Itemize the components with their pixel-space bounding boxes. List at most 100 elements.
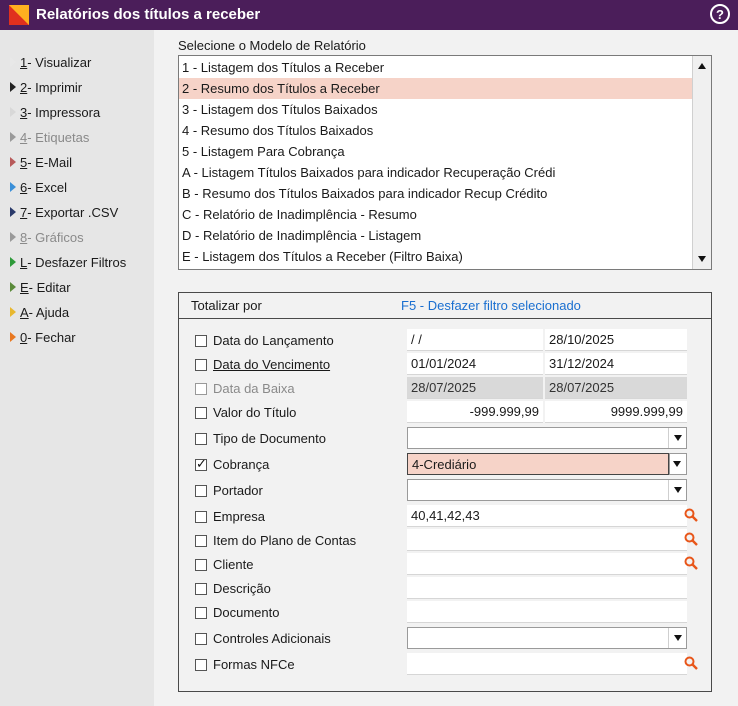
formas-nfce-input[interactable] <box>407 653 687 675</box>
filter-checkbox-cobranca[interactable]: Cobrança <box>195 456 270 472</box>
title-bar: Relatórios dos títulos a receber ? <box>0 0 738 30</box>
menu-desfazer-filtros[interactable]: L - Desfazer Filtros <box>10 252 126 272</box>
tipo-documento-select[interactable] <box>407 427 687 449</box>
controles-adicionais-select[interactable] <box>407 627 687 649</box>
list-item[interactable]: A - Listagem Títulos Baixados para indic… <box>179 162 693 183</box>
list-item[interactable]: E - Listagem dos Títulos a Receber (Filt… <box>179 246 693 267</box>
filter-checkbox-data-baixa[interactable]: Data da Baixa <box>195 381 295 396</box>
date-to-input[interactable]: 31/12/2024 <box>545 353 687 375</box>
checkbox[interactable] <box>195 558 207 571</box>
filter-label: Cobrança <box>213 457 270 472</box>
checkbox[interactable] <box>195 358 207 371</box>
menu-exportar-csv[interactable]: 7 - Exportar .CSV <box>10 202 118 222</box>
filter-label: Item do Plano de Contas <box>213 533 357 548</box>
menu-fechar[interactable]: 0 - Fechar <box>10 327 76 347</box>
filter-checkbox-data-lancamento[interactable]: Data do Lançamento <box>195 333 334 348</box>
report-window: Relatórios dos títulos a receber ? 1 - V… <box>0 0 738 706</box>
checkbox[interactable] <box>195 582 207 595</box>
menu-bullet-icon <box>10 282 16 292</box>
date-from-input[interactable]: 01/01/2024 <box>407 353 543 375</box>
menu-visualizar[interactable]: 1 - Visualizar <box>10 52 91 72</box>
filter-checkbox-cliente[interactable]: Cliente <box>195 557 253 572</box>
f5-undo-filter-link[interactable]: F5 - Desfazer filtro selecionado <box>401 298 581 313</box>
descricao-input[interactable] <box>407 577 687 599</box>
filter-row-data-lancamento: Data do Lançamento / / 28/10/2025 <box>195 329 687 353</box>
checkbox[interactable] <box>195 382 207 395</box>
empresa-input[interactable]: 40,41,42,43 <box>407 505 687 527</box>
filter-checkbox-data-vencimento[interactable]: Data do Vencimento <box>195 357 330 372</box>
search-icon[interactable] <box>684 532 698 546</box>
dropdown-arrow <box>670 454 686 474</box>
checkbox[interactable] <box>195 456 207 472</box>
list-item[interactable]: 4 - Resumo dos Títulos Baixados <box>179 120 693 141</box>
search-icon[interactable] <box>684 656 698 670</box>
menu-key: 1 <box>20 54 28 70</box>
dropdown-button[interactable] <box>668 480 686 500</box>
dropdown-button[interactable] <box>668 628 686 648</box>
arrow-up-icon <box>698 63 706 69</box>
date-from-input[interactable]: 28/07/2025 <box>407 377 543 399</box>
report-model-label: Selecione o Modelo de Relatório <box>178 38 366 53</box>
scroll-down-button[interactable] <box>693 250 711 268</box>
menu-editar[interactable]: E - Editar <box>10 277 71 297</box>
dropdown-button[interactable] <box>669 453 687 475</box>
checkbox[interactable] <box>195 632 207 645</box>
checkbox[interactable] <box>195 534 207 547</box>
menu-etiquetas[interactable]: 4 - Etiquetas <box>10 127 89 147</box>
checkbox[interactable] <box>195 406 207 419</box>
menu-excel[interactable]: 6 - Excel <box>10 177 67 197</box>
list-item[interactable]: B - Resumo dos Títulos Baixados para ind… <box>179 183 693 204</box>
list-item[interactable]: 3 - Listagem dos Títulos Baixados <box>179 99 693 120</box>
menu-imprimir[interactable]: 2 - Imprimir <box>10 77 82 97</box>
documento-input[interactable] <box>407 601 687 623</box>
filter-checkbox-empresa[interactable]: Empresa <box>195 509 265 524</box>
menu-key: 0 <box>20 329 28 345</box>
checkbox[interactable] <box>195 658 207 671</box>
filter-checkbox-tipo-documento[interactable]: Tipo de Documento <box>195 431 326 446</box>
menu-graficos[interactable]: 8 - Gráficos <box>10 227 84 247</box>
menu-bullet-icon <box>10 157 16 167</box>
checkbox[interactable] <box>195 510 207 523</box>
select-value: 4-Crediário <box>412 457 477 472</box>
filter-checkbox-descricao[interactable]: Descrição <box>195 581 271 596</box>
chevron-down-icon <box>673 487 682 493</box>
checkbox[interactable] <box>195 334 207 347</box>
plano-contas-input[interactable] <box>407 529 687 551</box>
chevron-down-icon <box>673 635 682 641</box>
list-item[interactable]: 5 - Listagem Para Cobrança <box>179 141 693 162</box>
menu-bullet-icon <box>10 82 16 92</box>
date-to-input[interactable]: 28/10/2025 <box>545 329 687 351</box>
menu-ajuda[interactable]: A - Ajuda <box>10 302 69 322</box>
list-item[interactable]: C - Relatório de Inadimplência - Resumo <box>179 204 693 225</box>
date-to-input[interactable]: 28/07/2025 <box>545 377 687 399</box>
checkbox[interactable] <box>195 484 207 497</box>
filter-checkbox-plano-contas[interactable]: Item do Plano de Contas <box>195 533 356 548</box>
date-from-input[interactable]: / / <box>407 329 543 351</box>
filter-checkbox-controles-adicionais[interactable]: Controles Adicionais <box>195 631 331 646</box>
list-item-selected[interactable]: 2 - Resumo dos Títulos a Receber <box>179 78 693 99</box>
portador-select[interactable] <box>407 479 687 501</box>
value-to-input[interactable]: 9999.999,99 <box>545 401 687 423</box>
menu-email[interactable]: 5 - E-Mail <box>10 152 72 172</box>
filter-checkbox-formas-nfce[interactable]: Formas NFCe <box>195 657 295 672</box>
value-from-input[interactable]: -999.999,99 <box>407 401 543 423</box>
filter-checkbox-portador[interactable]: Portador <box>195 483 263 498</box>
checkbox[interactable] <box>195 432 207 445</box>
search-icon[interactable] <box>684 508 698 522</box>
checkbox[interactable] <box>195 606 207 619</box>
scroll-up-button[interactable] <box>693 57 711 75</box>
search-icon[interactable] <box>684 556 698 570</box>
filter-checkbox-documento[interactable]: Documento <box>195 605 279 620</box>
report-model-list[interactable]: 1 - Listagem dos Títulos a Receber 2 - R… <box>178 55 712 270</box>
filter-row-descricao: Descrição <box>195 577 687 601</box>
dropdown-button[interactable] <box>668 428 686 448</box>
list-scrollbar[interactable] <box>692 56 711 269</box>
list-item[interactable]: 1 - Listagem dos Títulos a Receber <box>179 57 693 78</box>
menu-impressora[interactable]: 3 - Impressora <box>10 102 100 122</box>
cobranca-select[interactable]: 4-Crediário <box>407 453 669 475</box>
filter-checkbox-valor-titulo[interactable]: Valor do Título <box>195 405 296 420</box>
cliente-input[interactable] <box>407 553 687 575</box>
list-item[interactable]: D - Relatório de Inadimplência - Listage… <box>179 225 693 246</box>
help-icon[interactable]: ? <box>710 4 730 24</box>
menu-key: 7 <box>20 204 28 220</box>
